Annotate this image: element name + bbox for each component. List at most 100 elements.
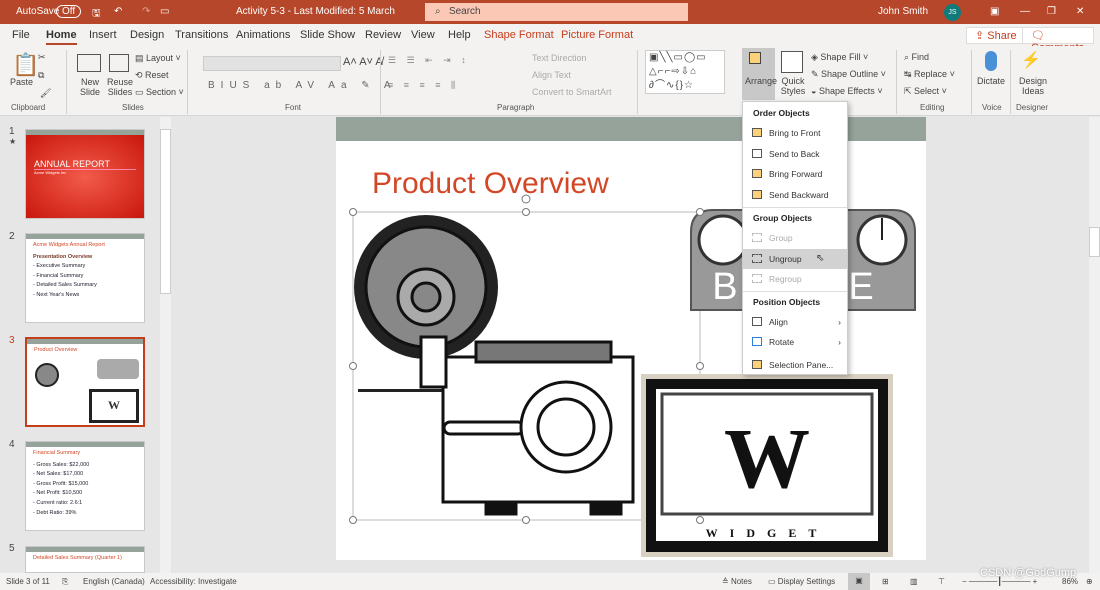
slideshow-button[interactable]: ⊤ xyxy=(938,577,945,586)
replace-button[interactable]: ↹ Replace ˅ xyxy=(904,69,955,80)
text-direction-button[interactable]: Text Direction xyxy=(532,53,587,63)
design-ideas-button[interactable]: Design Ideas xyxy=(1017,76,1049,96)
font-size-buttons[interactable]: A˄ A˅ A̸ xyxy=(343,56,383,68)
tab-home[interactable]: Home xyxy=(46,29,77,45)
fit-slide-icon[interactable]: ⊕ xyxy=(1086,577,1093,586)
menu-item-send-to-back[interactable]: Send to Back xyxy=(743,144,847,164)
thumb-line: - Executive Summary xyxy=(33,263,86,270)
avatar[interactable]: JS xyxy=(944,4,961,21)
comments-button[interactable]: 🗨 Comments xyxy=(1022,27,1094,54)
tab-view[interactable]: View xyxy=(411,29,435,41)
normal-view-button[interactable]: ▣ xyxy=(848,573,870,590)
document-title[interactable]: Activity 5-3 - Last Modified: 5 March xyxy=(236,6,395,17)
send-to-back-icon xyxy=(752,149,762,158)
convert-smartart-button[interactable]: Convert to SmartArt xyxy=(532,87,612,97)
ribbon-display-icon[interactable]: ▣ xyxy=(990,6,999,17)
menu-item-rotate[interactable]: Rotate › xyxy=(743,332,847,352)
notes-button[interactable]: ≙ Notes xyxy=(722,577,752,586)
group-icon xyxy=(752,233,762,242)
save-icon[interactable]: 🖫 xyxy=(92,6,101,23)
tab-help[interactable]: Help xyxy=(448,29,471,41)
slide-thumbnail-5[interactable]: Detailed Sales Summary (Quarter 1) xyxy=(25,546,145,573)
spellcheck-icon[interactable]: ⎘ xyxy=(62,577,68,587)
close-icon[interactable]: ✕ xyxy=(1076,6,1084,17)
tab-slide-show[interactable]: Slide Show xyxy=(300,29,355,41)
reset-button[interactable]: ⟲ Reset xyxy=(135,70,169,81)
tab-picture-format[interactable]: Picture Format xyxy=(561,29,633,41)
send-backward-icon xyxy=(752,190,762,199)
format-painter-icon[interactable]: 🖌 xyxy=(40,88,51,99)
menu-item-ungroup[interactable]: Ungroup ⇖ xyxy=(743,249,847,269)
menu-header-position: Position Objects xyxy=(753,297,821,307)
menu-item-align[interactable]: Align › xyxy=(743,312,847,332)
find-button[interactable]: ⌕ Find xyxy=(904,52,929,63)
tab-shape-format[interactable]: Shape Format xyxy=(484,29,554,41)
slide-thumbnail-1[interactable]: ANNUAL REPORT Acme Widgets Inc xyxy=(25,129,145,219)
dictate-button[interactable]: Dictate xyxy=(977,76,1005,86)
present-icon[interactable]: ▭ xyxy=(160,6,169,17)
quick-styles-button[interactable]: Quick Styles xyxy=(779,76,807,96)
share-label: Share xyxy=(987,30,1017,42)
editor-scrollbar[interactable] xyxy=(1089,117,1100,573)
shape-effects-button[interactable]: ◒ Shape Effects ˅ xyxy=(811,86,883,96)
slide-thumbnail-2[interactable]: Acme Widgets Annual Report Presentation … xyxy=(25,233,145,323)
autosave-toggle[interactable]: Off xyxy=(56,5,82,18)
notes-label: Notes xyxy=(730,577,752,586)
thumbnail-scrollbar[interactable] xyxy=(160,117,171,573)
share-button[interactable]: ⇪ Share xyxy=(966,27,1026,44)
cut-icon[interactable]: ✂ xyxy=(38,52,46,63)
slide-thumbnail-4[interactable]: Financial Summary - Gross Sales: $22,000… xyxy=(25,441,145,531)
font-format-buttons[interactable]: BIUS ab AV Aa ✎ A xyxy=(208,80,397,91)
thumb-line: - Financial Summary xyxy=(33,272,84,279)
new-slide-button[interactable]: New Slide xyxy=(76,77,104,97)
align-icon xyxy=(752,317,762,326)
shapes-gallery[interactable]: ▣╲╲▭◯▭ △⌐⌐⇨⇩⌂ ∂⌒∿{}☆ xyxy=(645,50,725,94)
alignment-buttons[interactable]: ≡ ≡ ≡ ≡ ⫼ xyxy=(388,80,459,91)
machine-clipart xyxy=(419,335,635,516)
menu-item-bring-to-front[interactable]: Bring to Front xyxy=(743,123,847,143)
section-button[interactable]: ▭ Section ˅ xyxy=(135,87,184,98)
language-status[interactable]: English (Canada) xyxy=(83,577,145,586)
regroup-icon xyxy=(752,274,762,283)
layout-button[interactable]: ▤ Layout ˅ xyxy=(135,53,181,64)
tab-insert[interactable]: Insert xyxy=(89,29,117,41)
align-text-button[interactable]: Align Text xyxy=(532,70,571,80)
tab-file[interactable]: File xyxy=(12,29,30,41)
reading-view-button[interactable]: ▥ xyxy=(910,577,918,586)
tab-animations[interactable]: Animations xyxy=(236,29,290,41)
search-box[interactable]: ⌕ Search xyxy=(425,3,688,21)
slide-thumbnail-3[interactable]: Product Overview W xyxy=(25,337,145,427)
menu-item-bring-forward[interactable]: Bring Forward xyxy=(743,164,847,184)
menu-item-send-backward[interactable]: Send Backward xyxy=(743,185,847,205)
shape-outline-button[interactable]: ✎ Shape Outline ˅ xyxy=(811,69,886,80)
tab-review[interactable]: Review xyxy=(365,29,401,41)
reuse-slides-button[interactable]: Reuse Slides xyxy=(106,77,134,97)
undo-icon[interactable]: ↶ xyxy=(114,6,122,17)
reuse-slides-icon xyxy=(109,54,129,72)
menu-label: Rotate xyxy=(769,337,795,347)
minimize-icon[interactable]: — xyxy=(1020,6,1030,17)
thumb-title: Acme Widgets Annual Report xyxy=(33,242,105,248)
copy-icon[interactable]: ⧉ xyxy=(38,70,44,81)
slide-sorter-button[interactable]: ⊞ xyxy=(882,577,889,586)
font-name-dropdown[interactable] xyxy=(203,56,341,71)
tab-design[interactable]: Design xyxy=(130,29,164,41)
menu-label: Selection Pane... xyxy=(769,360,834,370)
list-buttons[interactable]: ☰ ☰ ⇤ ⇥ ↕ xyxy=(388,55,470,66)
group-label-designer: Designer xyxy=(1016,103,1049,112)
select-button[interactable]: ⇱ Select ˅ xyxy=(904,86,947,97)
restore-icon[interactable]: ❐ xyxy=(1047,6,1056,17)
accessibility-status[interactable]: Accessibility: Investigate xyxy=(150,577,237,586)
redo-icon[interactable]: ↷ xyxy=(142,6,150,17)
paste-button[interactable]: Paste xyxy=(10,77,33,87)
menu-item-selection-pane[interactable]: Selection Pane... xyxy=(743,355,847,375)
menu-item-regroup[interactable]: Regroup xyxy=(743,269,847,289)
tab-transitions[interactable]: Transitions xyxy=(175,29,228,41)
menu-item-group[interactable]: Group xyxy=(743,228,847,248)
shape-fill-button[interactable]: ◈ Shape Fill ˅ xyxy=(811,52,868,63)
chevron-right-icon: › xyxy=(838,337,841,347)
rotate-handle xyxy=(521,194,531,204)
ribbon-tabs: File Home Insert Design Transitions Anim… xyxy=(0,24,1100,54)
display-settings-button[interactable]: ▭ Display Settings xyxy=(768,577,835,586)
reset-label: Reset xyxy=(145,70,169,80)
